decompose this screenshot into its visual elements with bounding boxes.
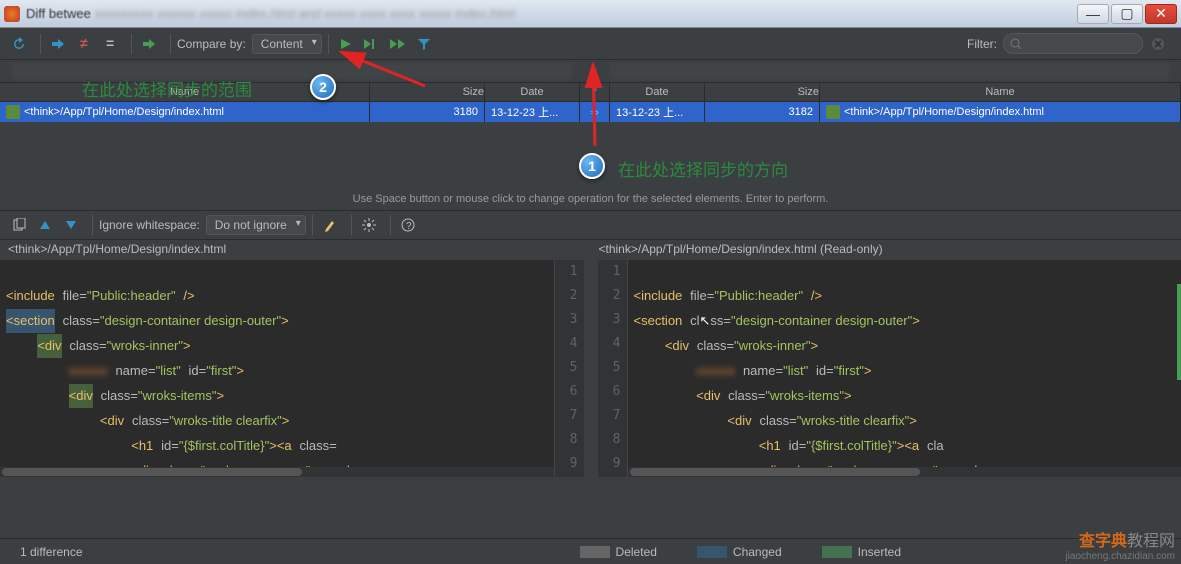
left-h-scrollbar[interactable] (0, 467, 554, 477)
left-file-path: <think>/App/Tpl/Home/Design/index.html (0, 240, 591, 260)
prev-diff-button[interactable] (34, 214, 56, 236)
diff-area: <include file="Public:header" /> <sectio… (0, 260, 1181, 477)
left-editor[interactable]: <include file="Public:header" /> <sectio… (0, 260, 584, 477)
left-gutter: 123456789 (554, 260, 584, 477)
compare-toolbar: ≠ = Compare by: Content Filter: (0, 28, 1181, 60)
app-icon (4, 6, 20, 22)
sync-not-equal-button[interactable]: ≠ (73, 33, 95, 55)
help-button[interactable]: ? (397, 214, 419, 236)
annotation-text-top: 在此处选择同步的范围 (82, 76, 252, 101)
copy-button[interactable] (8, 214, 30, 236)
compare-by-dropdown[interactable]: Content (252, 34, 322, 54)
filter-input-box[interactable] (1003, 33, 1143, 54)
annotation-text-mid: 在此处选择同步的方向 (618, 156, 788, 181)
refresh-button[interactable] (8, 33, 30, 55)
inserted-swatch (822, 546, 852, 558)
col-size-right[interactable]: Size (705, 83, 820, 101)
deleted-swatch (580, 546, 610, 558)
changed-swatch (697, 546, 727, 558)
hint-text: Use Space button or mouse click to chang… (0, 190, 1181, 210)
svg-text:?: ? (406, 221, 412, 232)
window-titlebar: Diff betweexxxxxxxxx xxxxxx xxxxx index.… (0, 0, 1181, 28)
file-icon (6, 105, 20, 119)
window-title: Diff betweexxxxxxxxx xxxxxx xxxxx index.… (26, 6, 1075, 21)
run-button[interactable] (335, 33, 357, 55)
col-size-left[interactable]: Size (370, 83, 485, 101)
diff-count: 1 difference (20, 545, 83, 559)
filter-button[interactable] (413, 33, 435, 55)
ignore-ws-label: Ignore whitespace: (99, 218, 200, 232)
right-h-scrollbar[interactable] (628, 467, 1181, 477)
diff-toolbar: Ignore whitespace: Do not ignore ? (0, 210, 1181, 240)
deleted-label: Deleted (616, 545, 657, 559)
changed-label: Changed (733, 545, 782, 559)
col-action[interactable]: * (580, 83, 610, 101)
sync-equal-button[interactable]: = (99, 33, 121, 55)
settings-button[interactable] (358, 214, 380, 236)
right-code[interactable]: <include file="Public:header" /> <sectio… (628, 260, 1181, 477)
right-gutter: 123456789 (598, 260, 628, 477)
run-to-button[interactable] (361, 33, 383, 55)
clear-filter-button[interactable] (1147, 33, 1169, 55)
next-diff-button[interactable] (60, 214, 82, 236)
diff-file-paths: <think>/App/Tpl/Home/Design/index.html <… (0, 240, 1181, 260)
run-all-button[interactable] (387, 33, 409, 55)
diff-divider[interactable] (584, 260, 598, 477)
compare-by-label: Compare by: (177, 37, 246, 51)
sync-left-button[interactable] (138, 33, 160, 55)
sync-direction-icon[interactable]: ⇒ (580, 102, 610, 122)
file-row[interactable]: <think>/App/Tpl/Home/Design/index.html 3… (0, 102, 1181, 122)
maximize-button[interactable]: ▢ (1111, 4, 1143, 24)
col-name-right[interactable]: Name (820, 83, 1181, 101)
statusbar: 1 difference Deleted Changed Inserted (0, 538, 1181, 564)
svg-text:≠: ≠ (80, 36, 88, 51)
ignore-ws-dropdown[interactable]: Do not ignore (206, 215, 306, 235)
watermark: 查字典教程网 jiaocheng.chazidian.com (1065, 527, 1175, 562)
sync-right-button[interactable] (47, 33, 69, 55)
file-table-empty (0, 122, 1181, 190)
left-code[interactable]: <include file="Public:header" /> <sectio… (0, 260, 554, 477)
right-editor[interactable]: 123456789 <include file="Public:header" … (598, 260, 1181, 477)
svg-text:=: = (106, 36, 114, 51)
close-button[interactable]: ✕ (1145, 4, 1177, 24)
minimize-button[interactable]: — (1077, 4, 1109, 24)
highlight-button[interactable] (319, 214, 341, 236)
col-date-right[interactable]: Date (610, 83, 705, 101)
inserted-label: Inserted (858, 545, 901, 559)
right-file-path: <think>/App/Tpl/Home/Design/index.html (… (591, 240, 1181, 260)
filter-label: Filter: (967, 37, 997, 51)
search-icon (1010, 38, 1022, 50)
file-icon (826, 105, 840, 119)
filter-input[interactable] (1022, 36, 1122, 51)
col-date-left[interactable]: Date (485, 83, 580, 101)
